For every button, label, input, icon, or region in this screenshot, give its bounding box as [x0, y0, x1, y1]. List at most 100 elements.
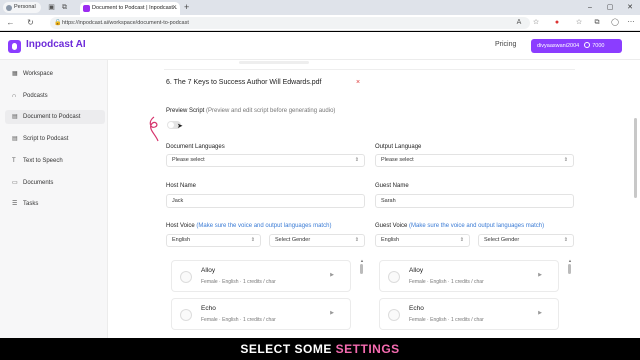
- close-tab-icon[interactable]: ✕: [172, 2, 177, 15]
- voice-radio[interactable]: [388, 271, 400, 283]
- close-window-icon[interactable]: ✕: [620, 0, 640, 15]
- guest-voice-label: Guest Voice (Make sure the voice and out…: [375, 223, 545, 229]
- speech-icon: T: [12, 158, 16, 164]
- voice-name: Alloy: [201, 267, 216, 274]
- host-gender-select[interactable]: Select Gender ⇕: [269, 234, 365, 247]
- divider: [164, 69, 575, 70]
- updown-caret-icon: ⇕: [459, 237, 464, 243]
- user-account-button[interactable]: divyaaswani2004 7000: [531, 39, 622, 53]
- maximize-icon[interactable]: ▢: [600, 0, 620, 15]
- sidebar-item-tasks[interactable]: ☰ Tasks: [5, 197, 105, 211]
- voice-list-scrollbar[interactable]: [360, 264, 363, 274]
- voice-option-alloy[interactable]: Alloy Female · English · 1 credits / cha…: [379, 260, 559, 292]
- sidebar-item-podcasts[interactable]: ∩ Podcasts: [5, 89, 105, 103]
- host-name-label: Host Name: [166, 183, 197, 189]
- inpodcast-logo-icon[interactable]: [8, 40, 21, 53]
- preview-script-label: Preview Script (Preview and edit script …: [166, 108, 336, 114]
- sidebar-item-workspace[interactable]: ▦ Workspace: [5, 67, 105, 81]
- document-languages-select[interactable]: Please select ⇕: [166, 154, 365, 167]
- caption-text: SELECT SOME: [240, 342, 332, 356]
- voice-details: Female · English · 1 credits / char: [409, 317, 484, 323]
- back-icon[interactable]: ←: [5, 17, 16, 28]
- documents-icon: ▭: [12, 180, 18, 186]
- favorite-star-icon[interactable]: ☆: [531, 18, 541, 28]
- updown-caret-icon: ⇕: [563, 157, 568, 163]
- app-header: Inpodcast AI Pricing divyaaswani2004 7000: [0, 32, 640, 60]
- guest-gender-select[interactable]: Select Gender ⇕: [478, 234, 574, 247]
- updown-caret-icon: ⇕: [354, 237, 359, 243]
- updown-caret-icon: ⇕: [354, 157, 359, 163]
- grid-icon: ▦: [12, 71, 18, 77]
- play-icon[interactable]: ▶: [330, 272, 334, 278]
- workspaces-icon[interactable]: ▣: [47, 3, 56, 12]
- favorites-icon[interactable]: ☆: [574, 18, 584, 28]
- play-icon[interactable]: ▶: [538, 310, 542, 316]
- sidebar-item-document-to-podcast[interactable]: ▤ Document to Podcast: [5, 110, 105, 124]
- collections-icon[interactable]: ⧉: [592, 18, 602, 28]
- annotation-scribble-icon: [149, 116, 159, 142]
- tab-title: Document to Podcast | Inpodcast...: [92, 5, 178, 11]
- browser-tab-bar: Personal ▣ ⧉ Document to Podcast | Inpod…: [0, 0, 640, 15]
- headphones-icon: ∩: [12, 93, 17, 99]
- page-scrollbar[interactable]: [634, 118, 637, 198]
- sidebar-item-script-to-podcast[interactable]: ▤ Script to Podcast: [5, 132, 105, 146]
- extension-icon[interactable]: ●: [552, 18, 562, 28]
- main-content: 6. The 7 Keys to Success Author Will Edw…: [109, 60, 640, 338]
- document-languages-label: Document Languages: [166, 144, 225, 150]
- sidebar-item-label: Workspace: [23, 71, 53, 77]
- guest-voice-list[interactable]: Alloy Female · English · 1 credits / cha…: [379, 258, 575, 338]
- voice-radio[interactable]: [180, 271, 192, 283]
- sidebar-item-label: Documents: [23, 180, 54, 186]
- lock-icon: 🔒: [54, 20, 62, 26]
- url-field[interactable]: 🔒 https://inpodcast.ai/workspace/documen…: [50, 17, 530, 29]
- updown-caret-icon: ⇕: [250, 237, 255, 243]
- voice-radio[interactable]: [388, 309, 400, 321]
- document-icon: ▤: [12, 114, 18, 120]
- read-aloud-icon[interactable]: A: [514, 18, 524, 28]
- video-caption: SELECT SOME SETTINGS: [0, 338, 640, 360]
- brand-name[interactable]: Inpodcast AI: [26, 39, 86, 50]
- guest-name-input[interactable]: Sarah: [375, 194, 574, 208]
- voice-list-scrollbar[interactable]: [568, 264, 571, 274]
- minimize-icon[interactable]: –: [580, 0, 600, 15]
- output-language-select[interactable]: Please select ⇕: [375, 154, 574, 167]
- voice-option-echo[interactable]: Echo Female · English · 1 credits / char…: [379, 298, 559, 330]
- voice-details: Female · English · 1 credits / char: [201, 279, 276, 285]
- guest-name-label: Guest Name: [375, 183, 409, 189]
- sidebar-item-label: Text to Speech: [23, 158, 63, 164]
- output-language-label: Output Language: [375, 144, 422, 150]
- scroll-up-icon[interactable]: ▲: [360, 258, 364, 263]
- voice-radio[interactable]: [180, 309, 192, 321]
- host-name-input[interactable]: Jack: [166, 194, 365, 208]
- account-icon[interactable]: ◯: [610, 18, 620, 28]
- sidebar-item-text-to-speech[interactable]: T Text to Speech: [5, 154, 105, 168]
- profile-button[interactable]: Personal: [3, 2, 41, 13]
- profile-label: Personal: [14, 4, 36, 10]
- host-voice-list[interactable]: Alloy Female · English · 1 credits / cha…: [171, 258, 367, 338]
- sidebar-item-label: Tasks: [23, 201, 39, 207]
- sidebar-item-documents[interactable]: ▭ Documents: [5, 176, 105, 190]
- play-icon[interactable]: ▶: [330, 310, 334, 316]
- refresh-icon[interactable]: ↻: [25, 17, 36, 28]
- scroll-up-icon[interactable]: ▲: [568, 258, 572, 263]
- more-menu-icon[interactable]: ⋯: [626, 18, 636, 28]
- pricing-link[interactable]: Pricing: [495, 41, 516, 48]
- uploaded-file-name: 6. The 7 Keys to Success Author Will Edw…: [166, 79, 322, 86]
- tab-actions-icon[interactable]: ⧉: [60, 3, 69, 12]
- remove-file-icon[interactable]: ×: [356, 79, 360, 86]
- play-icon[interactable]: ▶: [538, 272, 542, 278]
- credits-count: 7000: [592, 43, 605, 49]
- script-icon: ▤: [12, 136, 18, 142]
- sidebar-item-label: Document to Podcast: [23, 114, 81, 120]
- inpodcast-favicon-icon: [83, 5, 90, 12]
- sidebar-item-label: Podcasts: [23, 93, 48, 99]
- new-tab-icon[interactable]: +: [184, 2, 189, 13]
- profile-avatar-icon: [6, 4, 12, 11]
- voice-option-alloy[interactable]: Alloy Female · English · 1 credits / cha…: [171, 260, 351, 292]
- browser-tab-active[interactable]: Document to Podcast | Inpodcast... ✕: [80, 2, 180, 15]
- app-window: Inpodcast AI Pricing divyaaswani2004 7000…: [0, 32, 640, 338]
- voice-option-echo[interactable]: Echo Female · English · 1 credits / char…: [171, 298, 351, 330]
- host-language-select[interactable]: English ⇕: [166, 234, 261, 247]
- guest-language-select[interactable]: English ⇕: [375, 234, 470, 247]
- voice-name: Echo: [201, 305, 216, 312]
